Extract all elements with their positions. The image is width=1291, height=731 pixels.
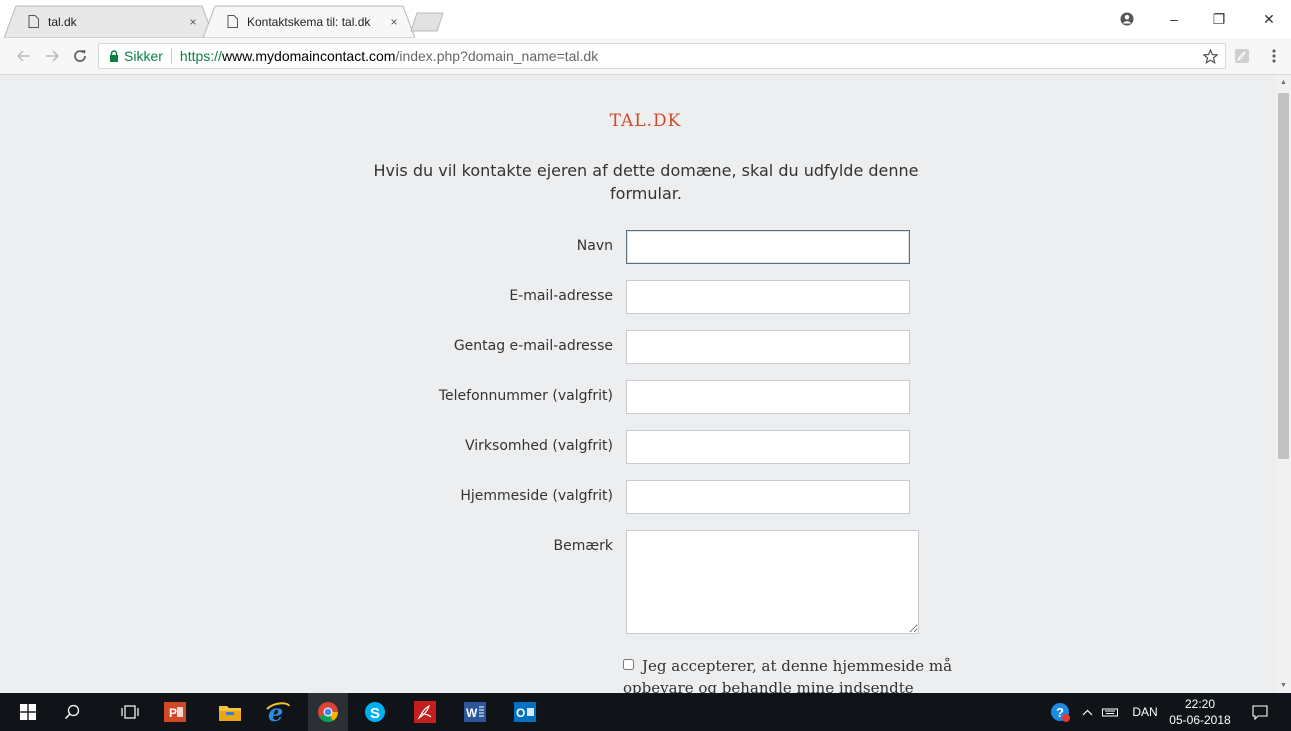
tab-label: Kontaktskema til: tal.dk (247, 14, 371, 29)
page-icon (225, 15, 239, 29)
name-input[interactable] (626, 230, 910, 264)
email-label: E-mail-adresse (509, 288, 613, 304)
tab-tal-dk[interactable]: tal.dk × (4, 5, 214, 38)
intro-text: Hvis du vil kontakte ejeren af dette dom… (373, 161, 919, 203)
consent-block: Jeg accepterer, at denne hjemmeside må o… (623, 655, 963, 693)
new-tab-button[interactable] (410, 12, 444, 32)
tab-label: tal.dk (48, 14, 77, 29)
forward-icon[interactable] (42, 38, 62, 74)
restore-button[interactable]: ❐ (1205, 0, 1233, 38)
svg-text:O: O (516, 706, 525, 720)
url-scheme: https:// (179, 48, 222, 64)
omnibox-divider (170, 48, 172, 64)
taskbar-clock[interactable]: 22:20 05-06-2018 (1160, 696, 1240, 728)
phone-label: Telefonnummer (valgfrit) (438, 388, 613, 404)
close-window-button[interactable]: ✕ (1255, 0, 1283, 38)
website-input[interactable] (626, 480, 910, 514)
field-row-navn: Navn (0, 230, 1276, 264)
page-scrollbar[interactable]: ▲ ▼ (1276, 75, 1291, 693)
back-icon[interactable] (14, 38, 34, 74)
company-input[interactable] (626, 430, 910, 464)
minimize-button[interactable]: – (1160, 0, 1188, 38)
close-tab-icon[interactable]: × (387, 15, 401, 29)
remark-textarea[interactable] (626, 530, 919, 634)
field-row-email: E-mail-adresse (0, 280, 1276, 314)
tab-kontaktskema[interactable]: Kontaktskema til: tal.dk × (203, 5, 415, 38)
field-row-phone: Telefonnummer (valgfrit) (0, 380, 1276, 414)
windows-taskbar: P e S W O ? DAN 22:20 05-06-2018 (0, 693, 1291, 731)
consent-text: Jeg accepterer, at denne hjemmeside må o… (623, 657, 953, 693)
scroll-thumb[interactable] (1278, 93, 1289, 459)
close-tab-icon[interactable]: × (186, 15, 200, 29)
consent-checkbox[interactable] (623, 659, 634, 670)
internet-explorer-icon[interactable]: e (258, 693, 298, 731)
browser-titlebar: tal.dk × Kontaktskema til: tal.dk × – ❐ … (0, 0, 1291, 38)
chrome-icon[interactable] (308, 693, 348, 731)
lock-icon (110, 50, 118, 62)
field-row-company: Virksomhed (valgfrit) (0, 430, 1276, 464)
scroll-down-icon[interactable]: ▼ (1276, 678, 1291, 693)
site-title: TAL.DK (609, 111, 682, 131)
name-label: Navn (576, 238, 613, 254)
action-center-icon[interactable] (1248, 693, 1272, 731)
address-bar[interactable]: Sikker https://www.mydomaincontact.com/i… (98, 43, 1226, 69)
file-explorer-icon[interactable] (210, 693, 250, 731)
windows-start-icon[interactable] (8, 693, 48, 731)
email-repeat-label: Gentag e-mail-adresse (453, 338, 613, 354)
url-path: /index.php?domain_name=tal.dk (395, 48, 599, 64)
svg-text:P: P (169, 706, 177, 720)
help-notification-icon[interactable]: ? (1048, 693, 1074, 731)
pdf-extension-icon[interactable] (1232, 38, 1252, 74)
menu-dots-icon[interactable] (1264, 38, 1284, 74)
field-row-website: Hjemmeside (valgfrit) (0, 480, 1276, 514)
security-label: Sikker (124, 48, 163, 64)
profile-icon[interactable] (1115, 0, 1139, 38)
page-icon (26, 15, 40, 29)
clock-date: 05-06-2018 (1169, 713, 1231, 727)
email-input[interactable] (626, 280, 910, 314)
bookmark-star-icon[interactable] (1200, 38, 1220, 74)
email-repeat-input[interactable] (626, 330, 910, 364)
search-icon[interactable] (52, 693, 92, 731)
remark-label: Bemærk (553, 538, 613, 554)
website-label: Hjemmeside (valgfrit) (460, 488, 613, 504)
chevron-up-icon[interactable] (1080, 693, 1094, 731)
reload-icon[interactable] (70, 38, 90, 74)
page-viewport: TAL.DK Hvis du vil kontakte ejeren af de… (0, 75, 1276, 693)
powerpoint-icon[interactable]: P (155, 693, 195, 731)
outlook-icon[interactable]: O (505, 693, 545, 731)
field-row-remark: Bemærk (0, 530, 1276, 634)
phone-input[interactable] (626, 380, 910, 414)
company-label: Virksomhed (valgfrit) (465, 438, 613, 454)
acrobat-icon[interactable] (405, 693, 445, 731)
clock-time: 22:20 (1184, 697, 1216, 711)
browser-toolbar: Sikker https://www.mydomaincontact.com/i… (0, 38, 1291, 75)
svg-text:W: W (466, 706, 478, 720)
task-view-icon[interactable] (110, 693, 150, 731)
url-host: www.mydomaincontact.com (221, 48, 396, 64)
field-row-email-repeat: Gentag e-mail-adresse (0, 330, 1276, 364)
word-icon[interactable]: W (455, 693, 495, 731)
keyboard-icon[interactable] (1100, 693, 1120, 731)
skype-icon[interactable]: S (355, 693, 395, 731)
language-indicator[interactable]: DAN (1128, 693, 1162, 731)
scroll-up-icon[interactable]: ▲ (1276, 75, 1291, 90)
svg-text:S: S (370, 705, 380, 722)
